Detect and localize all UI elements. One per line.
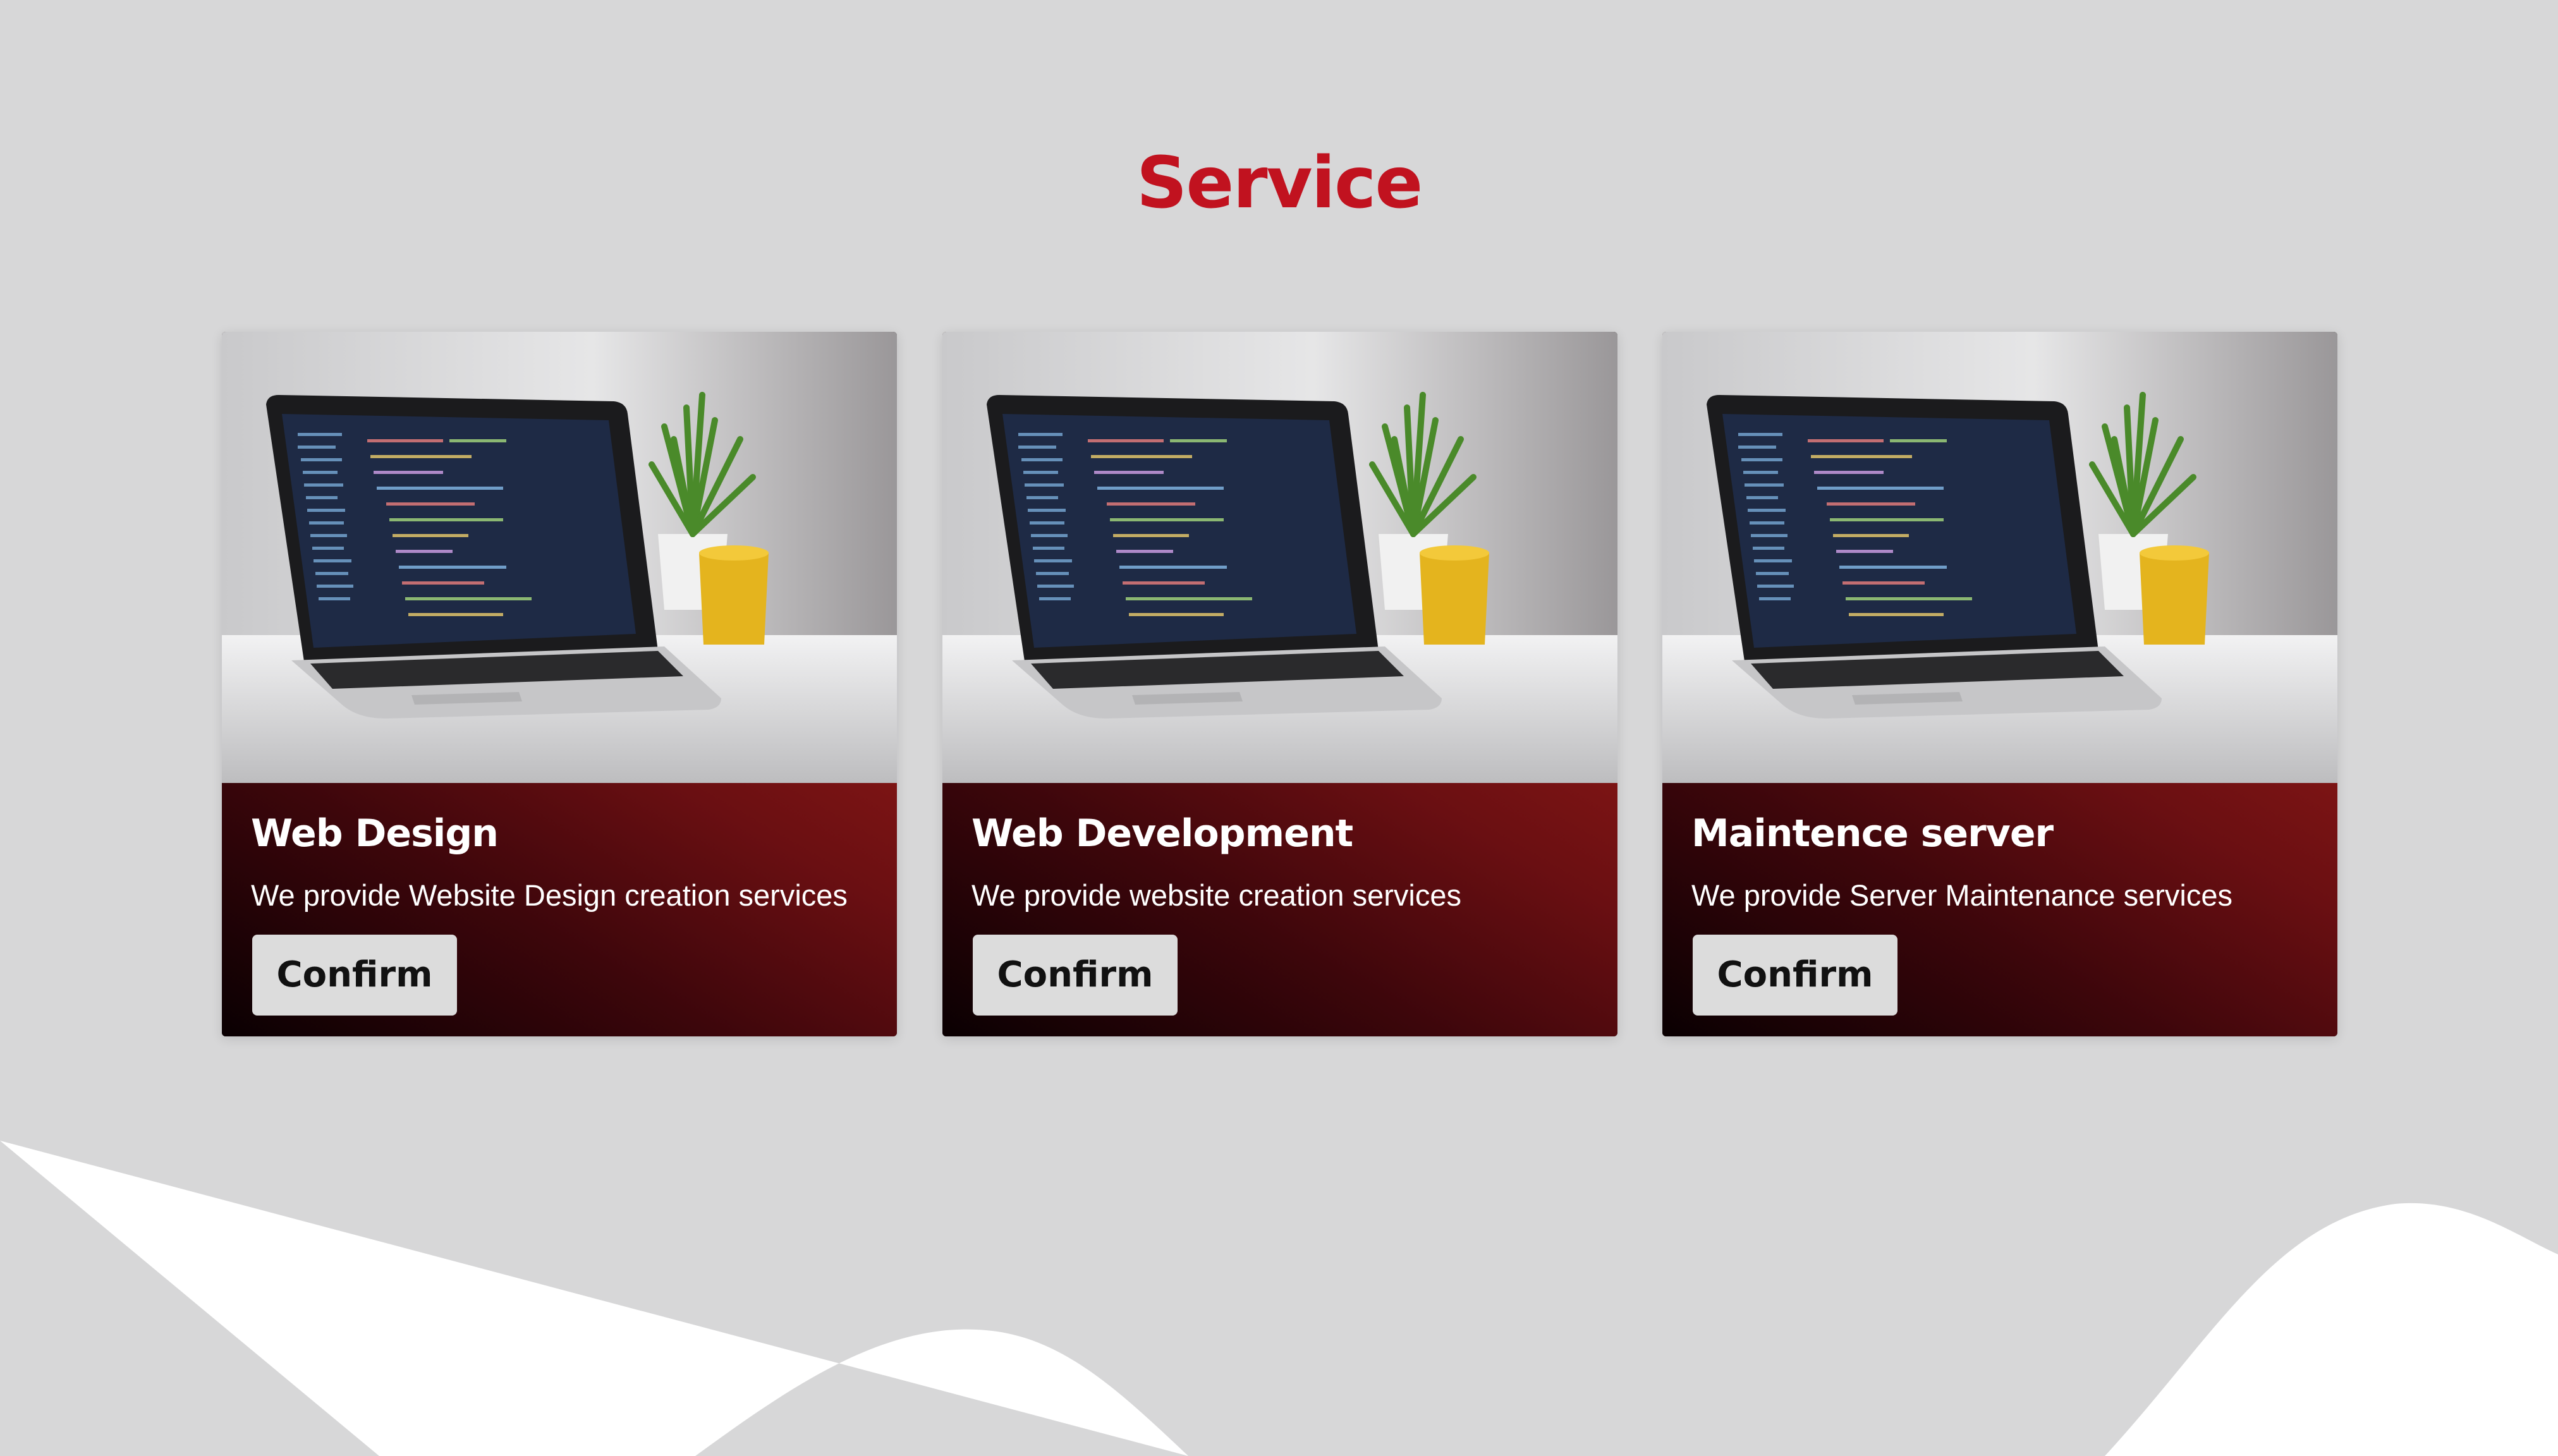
confirm-button[interactable]: Confirm: [252, 935, 457, 1016]
service-cards: Web Design We provide Website Design cre…: [222, 332, 2337, 1036]
service-card-web-development: Web Development We provide website creat…: [942, 332, 1617, 1036]
service-card-maintenance-server: Maintence server We provide Server Maint…: [1662, 332, 2337, 1036]
card-title: Web Design: [251, 811, 499, 856]
card-title: Web Development: [971, 811, 1353, 856]
section-title: Service: [1136, 142, 1423, 224]
laptop-photo: [942, 332, 1617, 783]
confirm-button[interactable]: Confirm: [1693, 935, 1897, 1016]
card-body: Maintence server We provide Server Maint…: [1662, 783, 2337, 1036]
confirm-button[interactable]: Confirm: [973, 935, 1178, 1016]
card-description: We provide website creation services: [971, 878, 1461, 912]
service-card-web-design: Web Design We provide Website Design cre…: [222, 332, 897, 1036]
card-title: Maintence server: [1691, 811, 2054, 856]
services-page: Service Web Design We provide Website De…: [0, 0, 2558, 1456]
card-image: [942, 332, 1617, 783]
card-description: We provide Server Maintenance services: [1691, 878, 2232, 912]
card-body: Web Design We provide Website Design cre…: [222, 783, 897, 1036]
laptop-photo: [1662, 332, 2337, 783]
card-image: [1662, 332, 2337, 783]
laptop-photo: [222, 332, 897, 783]
card-body: Web Development We provide website creat…: [942, 783, 1617, 1036]
card-description: We provide Website Design creation servi…: [251, 878, 848, 912]
card-image: [222, 332, 897, 783]
